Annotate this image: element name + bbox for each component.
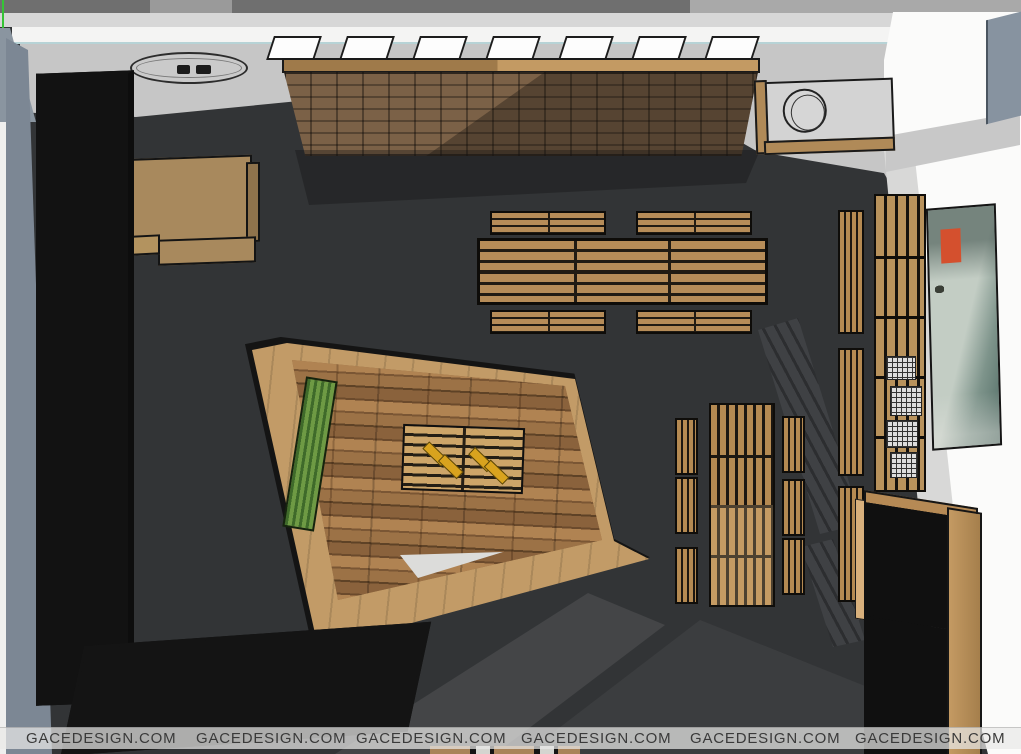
slat-bench: [636, 211, 752, 235]
large-slat-table: [477, 238, 768, 305]
central-wood-platform: [248, 338, 658, 653]
slat-bench: [490, 211, 606, 235]
watermark-text: GACEDESIGN.COM: [196, 730, 346, 747]
poster-item-grid: [935, 282, 986, 400]
ceiling-oval-fixture: [130, 52, 248, 84]
interior-3d-render: GACEDESIGN.COM GACEDESIGN.COM GACEDESIGN…: [0, 0, 1021, 754]
top-wall-ledge: [0, 13, 1021, 27]
mesh-basket: [890, 386, 922, 416]
skylight: [266, 36, 322, 60]
reception-desk-side: [246, 162, 260, 242]
slat-bench: [675, 418, 698, 475]
slat-bench: [490, 310, 606, 334]
shelf-divider: [876, 316, 924, 319]
locker-upper-grid: [864, 502, 948, 629]
shelf-divider: [876, 256, 924, 259]
watermark-text: GACEDESIGN.COM: [690, 730, 840, 747]
platform-display-table: [401, 424, 525, 494]
top-strip-highlight-right: [690, 0, 1021, 13]
watermark-band: GACEDESIGN.COM GACEDESIGN.COM GACEDESIGN…: [0, 727, 1021, 749]
table-divider: [711, 555, 773, 558]
mesh-basket: [886, 420, 918, 448]
mesh-basket: [890, 452, 918, 478]
slat-bench: [782, 416, 805, 473]
long-slat-table: [709, 403, 775, 607]
skylight: [485, 36, 541, 60]
slat-bench: [636, 310, 752, 334]
slat-bench: [782, 538, 805, 595]
table-divider: [711, 505, 773, 508]
skylight: [412, 36, 468, 60]
hanging-panel-top-bar: [282, 58, 760, 73]
wall-slat-bench: [838, 348, 864, 476]
ceiling-lamp-icon: [177, 65, 190, 74]
reception-desk-extension: [158, 236, 256, 265]
wall-cabinet-unit: [754, 76, 897, 159]
mesh-basket: [886, 356, 916, 380]
table-divider: [711, 455, 773, 458]
skylight: [558, 36, 614, 60]
skylight: [339, 36, 395, 60]
slat-bench: [675, 477, 698, 534]
watermark-text: GACEDESIGN.COM: [356, 730, 506, 747]
top-strip-highlight-left: [150, 0, 232, 13]
wall-slat-bench: [838, 210, 864, 334]
table-divider: [480, 270, 765, 273]
display-book-stack: [438, 454, 464, 479]
floor-shadow-under-panel: [295, 150, 760, 205]
slat-bench: [782, 479, 805, 536]
ceiling-vent-icon: [196, 65, 211, 74]
green-locker-unit: [864, 490, 982, 754]
left-cube-shelving: [36, 70, 134, 705]
right-wall-blue-panel: [986, 12, 1021, 125]
slat-bench: [675, 547, 698, 604]
watermark-text: GACEDESIGN.COM: [26, 730, 176, 747]
poster-logo-square: [940, 228, 961, 264]
watermark-text: GACEDESIGN.COM: [855, 730, 1005, 747]
wall-menu-poster: [926, 203, 1002, 450]
locker-wood-side: [947, 507, 982, 754]
watermark-text: GACEDESIGN.COM: [521, 730, 671, 747]
top-exterior-strip: [0, 0, 1021, 13]
skylight: [704, 36, 760, 60]
reception-desk-top: [114, 155, 252, 244]
display-book-stack: [484, 460, 510, 485]
skylight: [631, 36, 687, 60]
